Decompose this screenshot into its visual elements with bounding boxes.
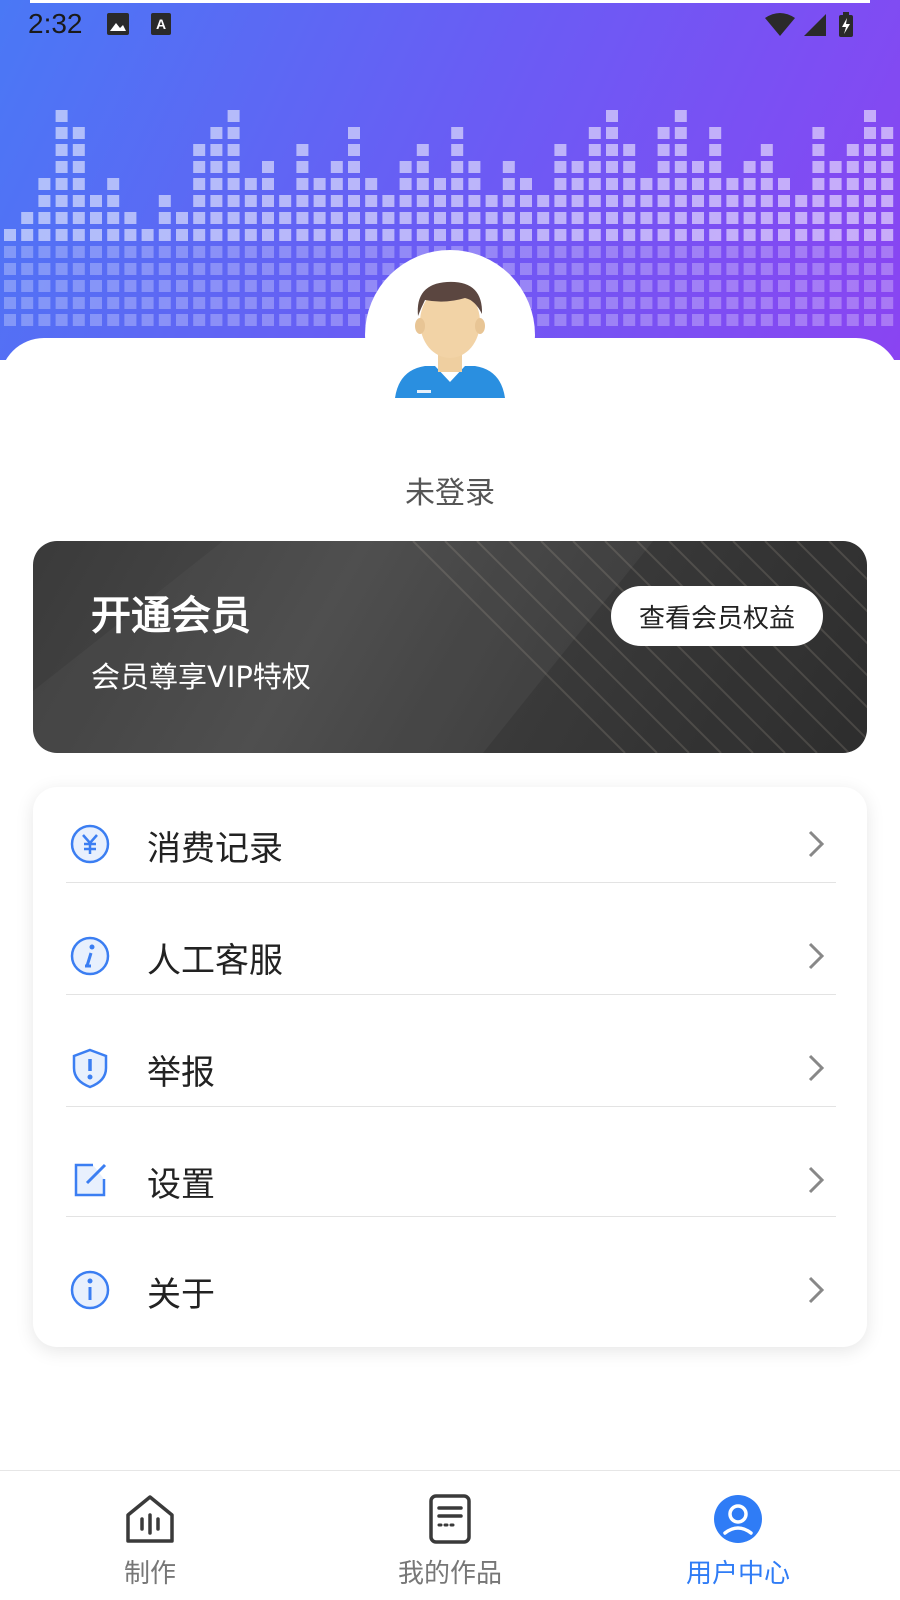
- wifi-icon: [765, 13, 795, 36]
- vip-title: 开通会员: [91, 593, 251, 639]
- yuan-icon: [70, 824, 110, 864]
- bottom-navigation: 制作 我的作品 用户中心: [0, 1470, 900, 1600]
- nav-tab-create[interactable]: 制作: [0, 1471, 300, 1600]
- avatar-frame[interactable]: [365, 250, 535, 420]
- menu-item-about[interactable]: 关于: [33, 1233, 867, 1345]
- chevron-right-icon: [808, 830, 825, 858]
- chevron-right-icon: [808, 1054, 825, 1082]
- battery-icon: [839, 12, 853, 37]
- chevron-right-icon: [808, 1276, 825, 1304]
- menu-item-label: 关于: [147, 1275, 215, 1315]
- avatar[interactable]: [385, 270, 515, 400]
- menu-item-label: 人工客服: [147, 941, 283, 981]
- status-bar: 2:32 A: [0, 0, 900, 50]
- nav-label: 我的作品: [397, 1559, 502, 1589]
- nav-label: 用户中心: [685, 1559, 790, 1589]
- info-icon: [70, 1270, 110, 1310]
- vip-stripe-decoration: [412, 541, 867, 753]
- nav-tab-my-works[interactable]: 我的作品: [300, 1471, 600, 1600]
- menu-divider: [66, 882, 836, 883]
- shield-alert-icon: [72, 1048, 108, 1089]
- vip-banner[interactable]: 开通会员 会员尊享VIP特权 查看会员权益: [33, 541, 867, 753]
- user-circle-icon: [714, 1495, 762, 1543]
- nav-label: 制作: [123, 1559, 176, 1589]
- menu-divider: [66, 1106, 836, 1107]
- gallery-notification-icon: [107, 13, 129, 35]
- document-icon: [429, 1494, 471, 1544]
- login-status[interactable]: 未登录: [0, 468, 900, 512]
- status-time: 2:32: [28, 8, 83, 39]
- chevron-right-icon: [808, 1166, 825, 1194]
- menu-item-label: 消费记录: [147, 829, 283, 869]
- info-italic-icon: [70, 936, 110, 976]
- svg-text:A: A: [156, 16, 166, 32]
- studio-icon: [126, 1495, 174, 1543]
- nav-tab-user-center[interactable]: 用户中心: [588, 1471, 888, 1600]
- menu-divider: [66, 994, 836, 995]
- chevron-right-icon: [808, 942, 825, 970]
- menu-divider: [66, 1216, 836, 1217]
- cellular-signal-icon: [804, 14, 826, 36]
- settings-menu: 消费记录 人工客服 举报 设置 关于: [33, 787, 867, 1347]
- vip-subtitle: 会员尊享VIP特权: [91, 660, 311, 694]
- menu-item-settings[interactable]: 设置: [33, 1123, 867, 1235]
- font-notification-icon: A: [151, 13, 171, 35]
- edit-square-icon: [74, 1163, 107, 1197]
- view-vip-benefits-button[interactable]: 查看会员权益: [611, 586, 823, 646]
- menu-item-label: 举报: [147, 1053, 215, 1093]
- menu-item-label: 设置: [147, 1165, 215, 1205]
